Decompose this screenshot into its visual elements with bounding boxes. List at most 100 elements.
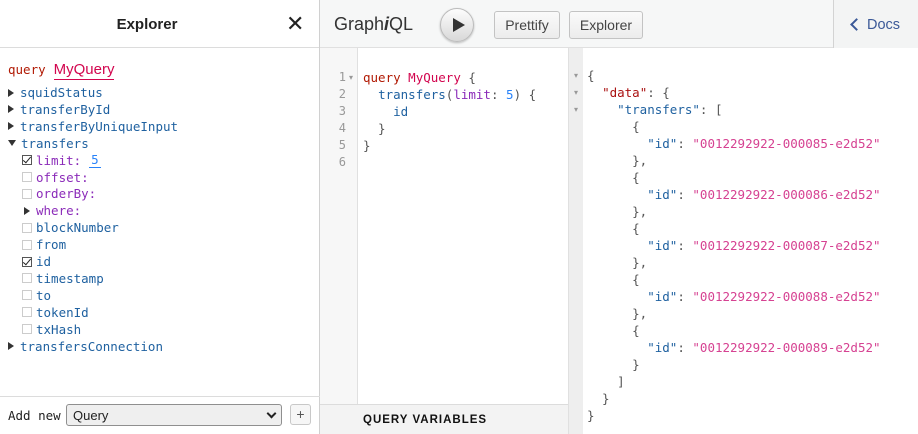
prettify-button[interactable]: Prettify — [494, 11, 560, 39]
result-token: { — [587, 323, 640, 338]
tree-item[interactable]: tokenId — [22, 304, 89, 321]
result-token: } — [587, 391, 610, 406]
tree-item[interactable]: id — [22, 253, 51, 270]
checkbox-icon — [22, 290, 32, 301]
tree-item[interactable]: transferByUniqueInput — [8, 118, 178, 135]
tree-item[interactable]: transferById — [8, 101, 110, 118]
checkbox-checked-icon — [22, 155, 32, 166]
tree-item[interactable]: blockNumber — [22, 219, 119, 236]
chevron-down-icon — [266, 408, 277, 419]
tree-item[interactable]: orderBy: — [22, 185, 96, 202]
checkbox-icon — [22, 188, 32, 199]
checkbox-icon — [22, 307, 32, 318]
fold-icon[interactable]: ▾ — [574, 88, 578, 97]
result-line: }, — [587, 306, 647, 321]
tree-item[interactable]: txHash — [22, 321, 81, 338]
result-line: { — [587, 221, 640, 236]
result-token: "0012292922-000085-e2d52" — [692, 136, 881, 151]
result-token: }, — [587, 306, 648, 321]
tree-item[interactable]: transfers — [8, 135, 89, 152]
result-token: "id" — [647, 136, 678, 151]
code-token: query — [363, 70, 401, 85]
code-line[interactable]: id — [363, 104, 408, 119]
code-token: transfers — [378, 87, 446, 102]
tree-item[interactable]: to — [22, 287, 51, 304]
result-token: { — [587, 68, 595, 83]
result-line: "id": "0012292922-000087-e2d52" — [587, 238, 880, 253]
tree-item-label: blockNumber — [36, 220, 119, 236]
result-token: : — [677, 340, 693, 355]
checkbox-icon — [22, 222, 32, 233]
fold-icon[interactable]: ▾ — [574, 105, 578, 114]
code-token: 5 — [506, 87, 514, 102]
result-token: { — [587, 221, 640, 236]
logo-part-1: Graph — [334, 14, 385, 34]
tree-item[interactable]: transfersConnection — [8, 338, 163, 355]
result-fold-gutter: ▾ ▾ ▾ — [569, 48, 583, 434]
caret-right-icon — [8, 342, 14, 350]
result-line: }, — [587, 204, 647, 219]
docs-label: Docs — [867, 17, 901, 33]
add-operation-button[interactable]: + — [290, 404, 311, 425]
result-token — [587, 102, 617, 117]
chevron-left-icon — [850, 18, 863, 31]
result-token: : [ — [699, 102, 723, 117]
result-line: "id": "0012292922-000089-e2d52" — [587, 340, 880, 355]
tree-item[interactable]: limit: 5 — [22, 152, 101, 169]
explorer-header: Explorer ✕ — [0, 0, 319, 48]
result-line: { — [587, 272, 640, 287]
tree-item[interactable]: timestamp — [22, 270, 104, 287]
code-line[interactable]: } — [363, 121, 386, 136]
result-line: "data": { — [587, 85, 670, 100]
line-number: 2 — [338, 87, 346, 101]
code-line[interactable]: query MyQuery { — [363, 70, 476, 85]
caret-right-icon — [8, 105, 14, 114]
result-token: "transfers" — [617, 102, 700, 117]
tree-item-label: transferByUniqueInput — [20, 118, 179, 134]
result-token — [587, 187, 647, 202]
operation-type-select[interactable]: Query — [66, 404, 282, 426]
result-line: } — [587, 391, 610, 406]
result-line: } — [587, 357, 640, 372]
result-token — [587, 340, 647, 355]
result-line: "id": "0012292922-000085-e2d52" — [587, 136, 881, 151]
tree-item-label: transfers — [21, 135, 89, 151]
execute-query-button[interactable] — [440, 8, 474, 42]
result-line: { — [587, 68, 595, 83]
line-number: 1 — [338, 70, 346, 84]
result-line: }, — [587, 255, 647, 270]
result-token: "data" — [602, 85, 648, 100]
explorer-footer: Add new Query + — [0, 396, 320, 434]
fold-icon[interactable]: ▾ — [574, 71, 578, 80]
close-icon[interactable]: ✕ — [286, 13, 304, 35]
tree-item[interactable]: squidStatus — [8, 84, 103, 101]
result-line: "id": "0012292922-000088-e2d52" — [587, 289, 880, 304]
query-variables-bar[interactable]: QUERY VARIABLES — [320, 404, 568, 434]
tree-item-label: transfersConnection — [20, 338, 163, 354]
fold-icon[interactable]: ▾ — [349, 73, 353, 82]
result-token: { — [587, 170, 640, 185]
docs-button[interactable]: Docs — [833, 0, 918, 48]
checkbox-icon — [22, 324, 32, 335]
tree-item-label: limit: — [36, 152, 82, 168]
code-line[interactable]: } — [363, 138, 371, 153]
tree-item[interactable]: from — [22, 236, 66, 253]
operation-name-input[interactable]: MyQuery — [53, 61, 115, 80]
code-token: id — [393, 104, 409, 119]
tree-item-label: offset: — [36, 169, 89, 185]
checkbox-icon — [22, 172, 32, 182]
operation-header: query MyQuery — [8, 61, 115, 81]
result-token — [587, 136, 647, 151]
tree-item[interactable]: where: — [22, 202, 81, 219]
code-token: { — [460, 70, 476, 85]
explorer-toggle-button[interactable]: Explorer — [569, 11, 643, 39]
line-number: 4 — [338, 121, 346, 135]
result-token — [587, 289, 647, 304]
query-editor[interactable]: 1 ▾ 2 3 4 5 6 query MyQuery { transfers(limit:… — [320, 48, 568, 434]
tree-item[interactable]: offset: — [22, 169, 89, 186]
tree-item-label: from — [36, 237, 67, 253]
tree-item-label: tokenId — [36, 304, 89, 320]
code-line[interactable]: transfers(limit: 5) { — [363, 87, 536, 102]
argument-value-input[interactable]: 5 — [89, 152, 101, 169]
